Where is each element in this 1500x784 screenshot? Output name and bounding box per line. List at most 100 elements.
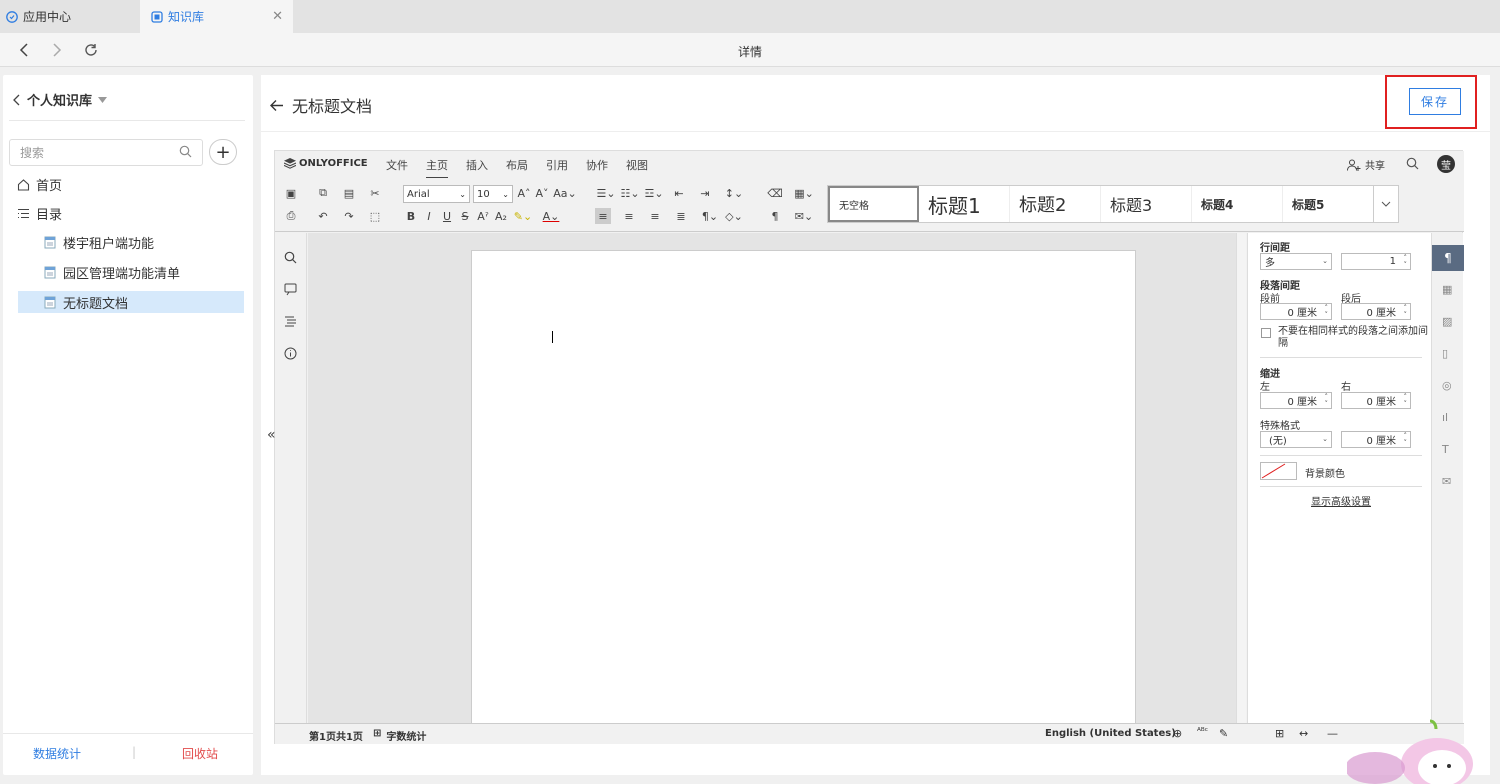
list-item-selected[interactable]: 无标题文档 [18,291,244,313]
list-item[interactable]: 楼宇租户端功能 [18,231,244,253]
align-center-icon[interactable]: ≡ [621,208,637,224]
increase-indent-icon[interactable]: ⇥ [697,185,713,201]
bold-icon[interactable]: B [403,208,419,224]
font-size-select[interactable]: 10 ⌄ [473,185,513,203]
collapse-icon[interactable]: « [267,427,283,447]
numbering-icon[interactable]: ☷⌄ [619,185,641,201]
paragraph-icon[interactable]: ¶ [1432,245,1464,271]
table-icon[interactable]: ▦ [1442,283,1452,296]
indent-right-input[interactable]: 0 厘米 ˄ ˅ [1341,392,1411,409]
recycle-bin-link[interactable]: 回收站 [182,745,218,762]
add-button[interactable]: + [209,139,237,165]
select-all-icon[interactable]: ⬚ [367,208,383,224]
justify-icon[interactable]: ≣ [673,208,689,224]
arrow-left-icon[interactable] [269,99,284,112]
paste-icon[interactable]: ▤ [341,185,357,201]
style-heading5[interactable]: 标题5 [1283,186,1374,222]
undo-icon[interactable]: ↶ [315,208,331,224]
chevron-left-icon[interactable] [13,94,21,106]
special-amount-input[interactable]: 0 厘米 ˄ ˅ [1341,431,1411,448]
sidebar-item-catalog[interactable]: 目录 [17,202,62,224]
strikethrough-icon[interactable]: S [457,208,473,224]
align-left-icon[interactable]: ≡ [595,208,611,224]
sidebar-item-home[interactable]: 首页 [17,173,62,195]
style-heading3[interactable]: 标题3 [1101,186,1192,222]
save-button[interactable]: 保存 [1409,88,1461,115]
menu-tab-file[interactable]: 文件 [386,157,408,173]
header-footer-icon[interactable]: ▯ [1442,347,1448,360]
print-icon[interactable]: ⎙ [283,208,299,224]
increase-font-icon[interactable]: A˄ [516,185,532,201]
subscript-icon[interactable]: A₂ [493,208,509,224]
image-icon[interactable]: ▨ [1442,315,1452,328]
menu-tab-layout[interactable]: 布局 [506,157,528,173]
scrollbar[interactable] [1236,233,1246,723]
decrease-font-icon[interactable]: A˅ [534,185,550,201]
italic-icon[interactable]: I [421,208,437,224]
no-space-checkbox[interactable] [1261,328,1271,338]
line-spacing-input[interactable]: 1 ˄ ˅ [1341,253,1411,270]
special-format-select[interactable]: (无) ⌄ [1260,431,1332,448]
decrease-indent-icon[interactable]: ⇤ [671,185,687,201]
menu-tab-view[interactable]: 视图 [626,157,648,173]
tab-app-center[interactable]: 应用中心 [0,0,138,33]
color-scheme-icon[interactable]: ▦⌄ [793,185,815,201]
globe-icon[interactable]: ⊕ [1173,727,1182,740]
text-art-icon[interactable]: T [1442,443,1449,456]
menu-tab-insert[interactable]: 插入 [466,157,488,173]
shading-icon[interactable]: ◇⌄ [723,208,745,224]
stats-link[interactable]: 数据统计 [33,745,81,762]
change-case-icon[interactable]: Aa⌄ [553,185,576,201]
style-heading2[interactable]: 标题2 [1010,186,1101,222]
font-color-icon[interactable]: A⌄ [539,208,563,224]
multilevel-icon[interactable]: ☲⌄ [643,185,665,201]
chart-icon[interactable]: ıl [1442,411,1448,424]
font-name-select[interactable]: Arial ⌄ [403,185,470,203]
cut-icon[interactable]: ✂ [367,185,383,201]
superscript-icon[interactable]: Aˀ [475,208,491,224]
fit-page-icon[interactable]: ⊞ [1275,727,1284,740]
knowledge-base-selector[interactable]: 个人知识库 [13,90,108,109]
track-changes-icon[interactable]: ✎ [1219,727,1228,740]
word-count-button[interactable]: ⊞ 字数统计 [373,728,426,743]
mail-merge-icon[interactable]: ✉⌄ [793,208,815,224]
menu-tab-home[interactable]: 主页 [426,157,448,179]
copy-style-icon[interactable]: ¶ [767,208,783,224]
redo-icon[interactable]: ↷ [341,208,357,224]
bullets-icon[interactable]: ☰⌄ [595,185,617,201]
mail-icon[interactable]: ✉ [1442,475,1451,488]
chevron-down-icon[interactable] [1373,185,1399,223]
paragraph-marks-icon[interactable]: ¶⌄ [699,208,721,224]
line-spacing-mode-select[interactable]: 多 ⌄ [1260,253,1332,270]
style-no-spacing[interactable]: 无空格 [828,186,919,222]
info-icon[interactable] [284,347,297,360]
share-button[interactable]: 共享 [1347,157,1385,172]
line-spacing-icon[interactable]: ↕⌄ [723,185,745,201]
clear-format-icon[interactable]: ⌫ [767,185,783,201]
save-icon[interactable]: ▣ [283,185,299,201]
zoom-out-icon[interactable]: — [1327,727,1338,740]
document-page[interactable] [471,250,1136,730]
shape-icon[interactable]: ◎ [1442,379,1452,392]
tab-knowledge-base[interactable]: 知识库 ✕ [140,0,293,33]
search-icon[interactable] [1406,157,1419,170]
close-icon[interactable]: ✕ [272,9,283,24]
spellcheck-icon[interactable]: ᴬᴮᶜ [1197,727,1208,737]
spacing-before-input[interactable]: 0 厘米 ˄ ˅ [1260,303,1332,320]
spacing-after-input[interactable]: 0 厘米 ˄ ˅ [1341,303,1411,320]
language-select[interactable]: English (United States) [1045,728,1176,739]
comment-icon[interactable] [284,283,297,296]
align-right-icon[interactable]: ≡ [647,208,663,224]
avatar[interactable]: 莹 [1437,155,1455,173]
fit-width-icon[interactable]: ↔ [1299,727,1308,740]
highlight-icon[interactable]: ✎⌄ [511,208,535,224]
underline-icon[interactable]: U [439,208,455,224]
style-heading4[interactable]: 标题4 [1192,186,1283,222]
search-icon[interactable] [284,251,297,264]
copy-icon[interactable]: ⧉ [315,185,331,201]
menu-tab-references[interactable]: 引用 [546,157,568,173]
advanced-settings-link[interactable]: 显示高级设置 [1311,493,1371,508]
style-heading1[interactable]: 标题1 [919,186,1010,222]
background-color-picker[interactable] [1260,462,1297,480]
list-item[interactable]: 园区管理端功能清单 [18,261,244,283]
